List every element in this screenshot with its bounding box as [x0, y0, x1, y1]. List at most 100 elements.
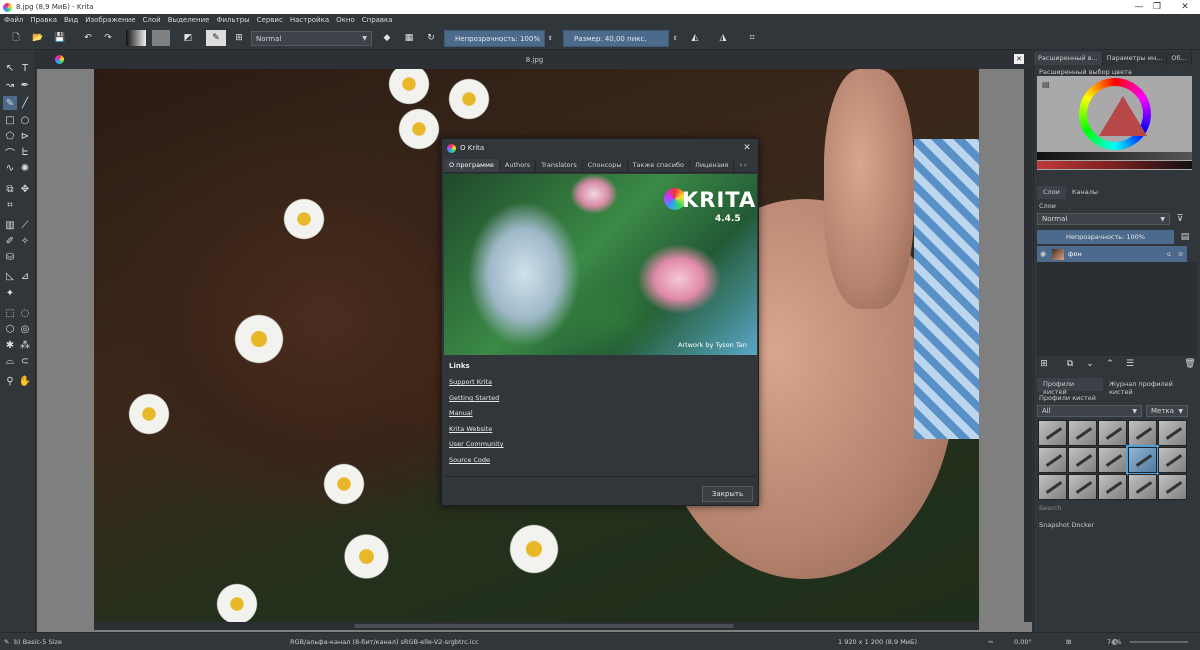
pan-tool-icon[interactable]: ✋ [18, 374, 32, 388]
close-document-icon[interactable]: ✕ [1014, 54, 1024, 64]
rectangle-tool-icon[interactable]: □ [3, 113, 17, 127]
reload-preset-icon[interactable]: ↻ [424, 30, 438, 46]
brush-preset[interactable] [1158, 474, 1187, 500]
layer-blend-select[interactable]: Normal ▼ [1037, 213, 1170, 225]
color-picker-icon[interactable]: ⟋ [18, 218, 32, 232]
dynamic-brush-icon[interactable]: ∿ [3, 161, 17, 175]
layer-row[interactable]: ◉ фон α ⊘ [1037, 246, 1187, 262]
ellipse-tool-icon[interactable]: ○ [18, 113, 32, 127]
menu-settings[interactable]: Настройка [290, 16, 329, 24]
alpha-lock-icon[interactable]: ▦ [402, 30, 416, 46]
edit-shape-icon[interactable]: ↝ [3, 78, 17, 92]
similar-select-icon[interactable]: ⁂ [18, 338, 32, 352]
maximize-button[interactable]: ❐ [1142, 0, 1172, 14]
brush-preset[interactable] [1068, 420, 1097, 446]
tab-authors[interactable]: Authors [500, 159, 537, 172]
brush-preset[interactable] [1158, 447, 1187, 473]
dialog-close-button[interactable]: Закрыть [702, 486, 753, 502]
gradient-swatch[interactable] [126, 30, 146, 46]
tab-preset-history[interactable]: Журнал профилей кистей [1103, 378, 1200, 396]
brush-preset[interactable] [1098, 447, 1127, 473]
delete-layer-icon[interactable]: 🗑 [1184, 358, 1196, 370]
menu-filters[interactable]: Фильтры [216, 16, 249, 24]
tab-license[interactable]: Лицензия [690, 159, 735, 172]
add-layer-icon[interactable]: ⊞ [1038, 358, 1050, 370]
filter-icon[interactable]: ⊽ [1174, 213, 1186, 225]
select-shape-icon[interactable]: ↖ [3, 61, 17, 75]
tab-overview[interactable]: Об... [1167, 52, 1192, 65]
status-zoom[interactable]: 74% [1107, 638, 1121, 646]
fill-tool-icon[interactable]: ⛁ [3, 250, 17, 264]
ellipse-select-icon[interactable]: ◌ [18, 306, 32, 320]
fg-bg-color-icon[interactable]: ◩ [178, 30, 198, 46]
size-stepper-icon[interactable]: ⇕ [670, 30, 680, 46]
link-manual[interactable]: Manual [449, 409, 473, 417]
move-up-icon[interactable]: ⌃ [1104, 358, 1116, 370]
brush-preset[interactable] [1098, 420, 1127, 446]
shade-bar[interactable] [1037, 161, 1192, 169]
reference-tool-icon[interactable]: ✦ [3, 286, 17, 300]
tab-translators[interactable]: Translators [536, 159, 583, 172]
brush-preset[interactable] [1038, 474, 1067, 500]
tab-layers[interactable]: Слои [1037, 186, 1066, 199]
outline-select-icon[interactable]: ◎ [18, 322, 32, 336]
brush-size-slider[interactable]: Размер: 40,00 пикс. [563, 30, 669, 47]
assistant-tool-icon[interactable]: ◺ [3, 269, 17, 283]
menu-window[interactable]: Окно [336, 16, 355, 24]
move-down-icon[interactable]: ⌄ [1084, 358, 1096, 370]
undo-icon[interactable]: ↶ [80, 30, 96, 46]
duplicate-layer-icon[interactable]: ⧉ [1064, 358, 1076, 370]
magnetic-select-icon[interactable]: ⊂ [18, 354, 32, 368]
brush-preset[interactable] [1098, 474, 1127, 500]
document-tab-title[interactable]: 8.jpg [526, 56, 544, 64]
menu-edit[interactable]: Правка [30, 16, 57, 24]
crop-tool-icon[interactable]: ⌗ [3, 198, 17, 212]
preset-tag-select[interactable]: Метка ▼ [1146, 405, 1188, 417]
freehand-brush-icon[interactable]: ✎ [3, 96, 17, 110]
tab-tool-options[interactable]: Параметры ин... [1102, 52, 1168, 65]
horizontal-scrollbar[interactable] [94, 622, 979, 630]
preset-search-input[interactable]: Search [1039, 504, 1061, 512]
colorize-mask-icon[interactable]: ✐ [3, 234, 17, 248]
menu-tools[interactable]: Сервис [257, 16, 283, 24]
hue-wheel[interactable] [1079, 78, 1151, 150]
brush-preset[interactable] [1038, 447, 1067, 473]
bezier-select-icon[interactable]: ⌓ [3, 354, 17, 368]
menu-help[interactable]: Справка [362, 16, 393, 24]
tab-thanks[interactable]: Также спасибо [628, 159, 690, 172]
rect-select-icon[interactable]: ⬚ [3, 306, 17, 320]
menu-layer[interactable]: Слой [143, 16, 161, 24]
link-support-krita[interactable]: Support Krita [449, 378, 492, 386]
new-document-icon[interactable]: 🗋 [8, 30, 24, 46]
layer-opacity-slider[interactable]: Непрозрачность: 100% [1037, 230, 1174, 244]
opacity-stepper-icon[interactable]: ⇕ [545, 30, 555, 46]
tab-channels[interactable]: Каналы [1066, 186, 1104, 199]
freehand-path-icon[interactable]: ᖶ [18, 145, 32, 159]
rotate-icon[interactable]: ⇿ [988, 638, 993, 646]
saturation-triangle[interactable] [1099, 96, 1147, 136]
wrap-around-icon[interactable]: ⌗ [745, 30, 759, 46]
brush-preset[interactable] [1068, 474, 1097, 500]
pattern-swatch[interactable] [152, 30, 170, 46]
bezier-tool-icon[interactable]: ⌒ [3, 145, 17, 160]
close-window-button[interactable]: ✕ [1170, 0, 1200, 14]
zoom-tool-icon[interactable]: ⚲ [3, 374, 17, 388]
text-tool-icon[interactable]: T [18, 61, 32, 75]
workspace-grid-icon[interactable]: ⊞ [232, 30, 246, 46]
tab-about[interactable]: О программе [444, 159, 500, 172]
brush-preset-icon[interactable]: ✎ [206, 30, 226, 46]
status-rotation[interactable]: 0,00° [1014, 638, 1032, 646]
alpha-lock-icon[interactable]: α [1167, 251, 1171, 258]
measure-tool-icon[interactable]: ⊿ [18, 269, 32, 283]
zoom-slider[interactable] [1130, 641, 1188, 643]
advanced-color-selector[interactable]: ▤ [1037, 76, 1192, 170]
layers-list[interactable] [1037, 262, 1197, 356]
move-tool-icon[interactable]: ✥ [18, 182, 32, 196]
redo-icon[interactable]: ↷ [100, 30, 116, 46]
mirror-vertical-icon[interactable]: ◮ [716, 30, 730, 46]
link-user-community[interactable]: User Community [449, 440, 504, 448]
polygon-tool-icon[interactable]: ⬠ [3, 129, 17, 143]
line-tool-icon[interactable]: ╱ [18, 96, 32, 110]
brush-preset[interactable] [1158, 420, 1187, 446]
tab-brush-presets[interactable]: Профили кистей [1037, 378, 1103, 396]
